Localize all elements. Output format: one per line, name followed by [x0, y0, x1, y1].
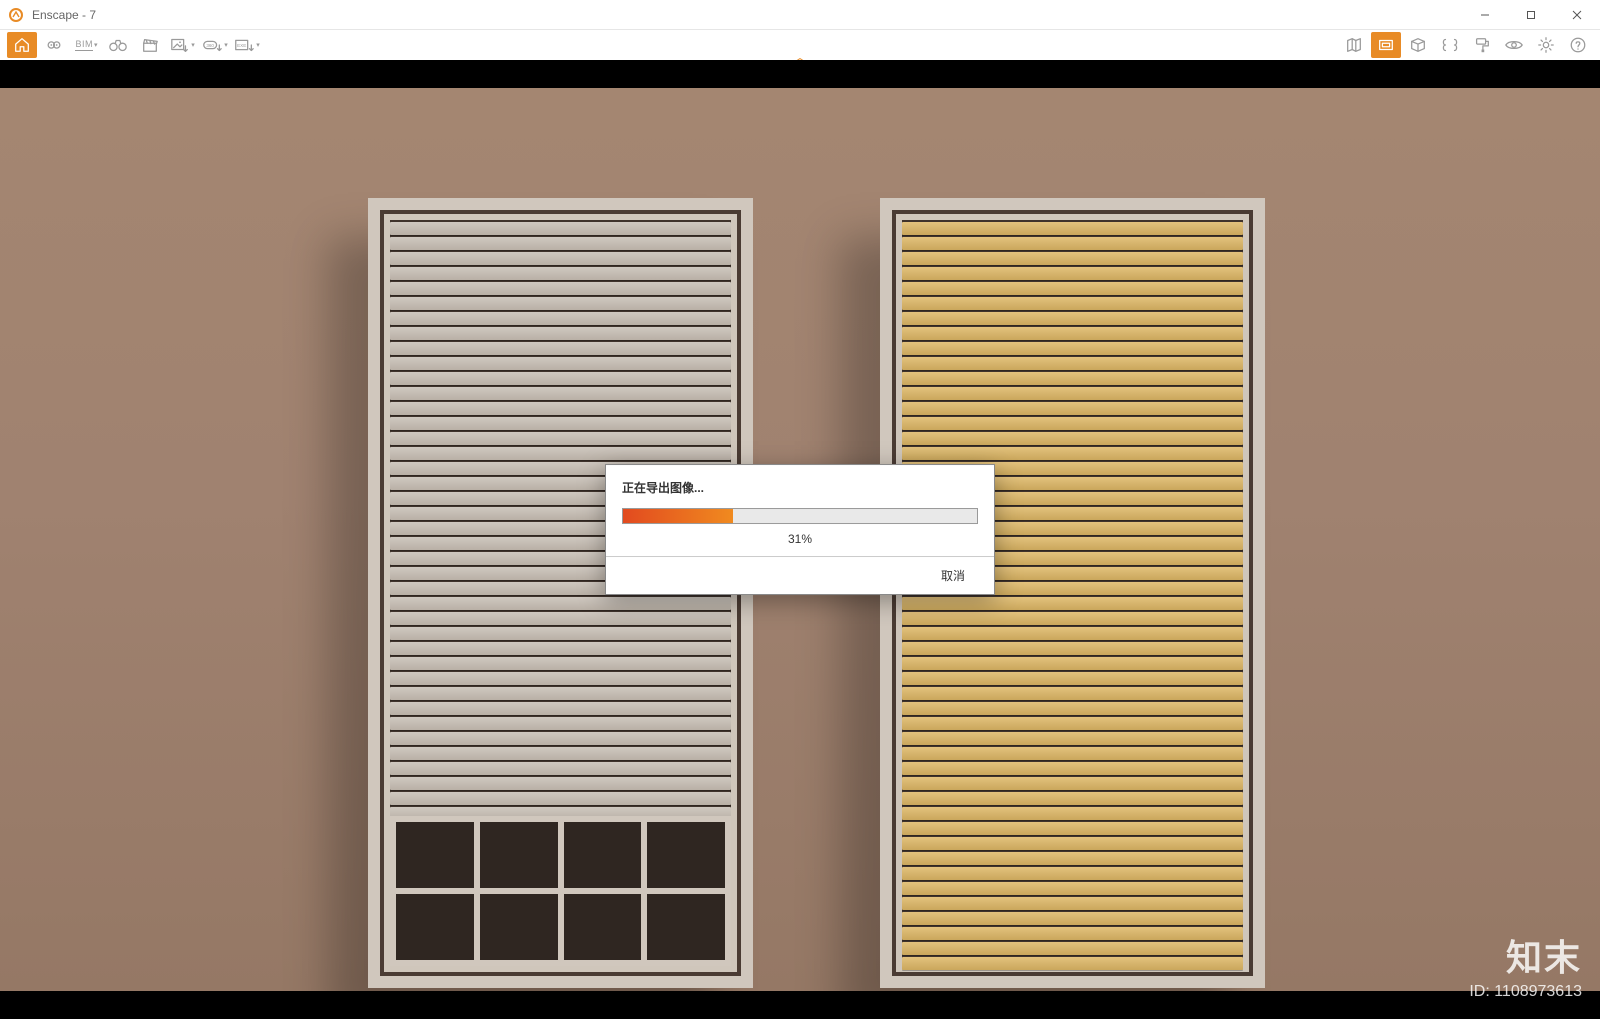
home-icon	[13, 36, 31, 54]
svg-text:EXE: EXE	[237, 43, 246, 48]
window-title: Enscape - 7	[32, 8, 96, 22]
help-icon	[1569, 36, 1587, 54]
compare-icon	[1440, 36, 1460, 54]
binoculars-button[interactable]	[102, 31, 134, 59]
panorama-button[interactable]: 360 ▾	[198, 31, 230, 59]
export-progress-dialog: 正在导出图像... 31% 取消	[605, 464, 995, 595]
letterbox-bottom	[0, 991, 1600, 1019]
image-export-icon	[170, 36, 190, 54]
visibility-button[interactable]	[1498, 31, 1530, 59]
home-button[interactable]	[6, 31, 38, 59]
app-logo-icon	[8, 7, 24, 23]
watermark-id: ID: 1108973613	[1469, 983, 1582, 1001]
map-icon	[1345, 36, 1363, 54]
settings-button[interactable]	[1530, 31, 1562, 59]
safe-frame-button[interactable]	[1370, 31, 1402, 59]
maximize-button[interactable]	[1508, 0, 1554, 30]
map-button[interactable]	[1338, 31, 1370, 59]
dialog-title: 正在导出图像...	[622, 479, 978, 496]
help-button[interactable]	[1562, 31, 1594, 59]
watermark-brand: 知末	[1469, 929, 1582, 981]
bim-button[interactable]: BIM▾	[70, 31, 102, 59]
box-button[interactable]	[1402, 31, 1434, 59]
favorites-button[interactable]	[38, 31, 70, 59]
dropdown-caret-icon: ▾	[256, 41, 260, 49]
dropdown-caret-icon: ▾	[224, 41, 228, 49]
bim-text-icon: BIM	[75, 39, 93, 51]
dropdown-caret-icon: ▾	[191, 41, 195, 49]
progress-percent-label: 31%	[622, 532, 978, 546]
progress-bar	[622, 508, 978, 524]
exe-export-button[interactable]: EXE ▾	[230, 31, 262, 59]
titlebar: Enscape - 7	[0, 0, 1600, 30]
dropdown-caret-icon: ▾	[94, 41, 98, 49]
minimize-button[interactable]	[1462, 0, 1508, 30]
progress-fill	[623, 509, 733, 523]
binoculars-icon	[108, 36, 128, 54]
toolbar: BIM▾▾360▾EXE▾ ︿	[0, 30, 1600, 60]
svg-text:360: 360	[207, 43, 215, 48]
box-icon	[1409, 36, 1427, 54]
video-button[interactable]	[134, 31, 166, 59]
screenshot-button[interactable]: ▾	[166, 31, 198, 59]
safe-frame-icon	[1377, 36, 1395, 54]
viewport[interactable]: 正在导出图像... 31% 取消 知末 ID: 1108973613	[0, 60, 1600, 1019]
watermark: 知末 ID: 1108973613	[1469, 929, 1582, 1001]
clapper-icon	[141, 36, 159, 54]
paint-button[interactable]	[1466, 31, 1498, 59]
eye-icon	[1504, 36, 1524, 54]
pano-export-icon: 360	[201, 36, 223, 54]
pin-icon	[45, 36, 63, 54]
close-button[interactable]	[1554, 0, 1600, 30]
cancel-button[interactable]: 取消	[928, 567, 978, 584]
gear-icon	[1537, 36, 1555, 54]
paint-icon	[1473, 36, 1491, 54]
compare-button[interactable]	[1434, 31, 1466, 59]
letterbox-top	[0, 60, 1600, 88]
exe-export-icon: EXE	[233, 36, 255, 54]
